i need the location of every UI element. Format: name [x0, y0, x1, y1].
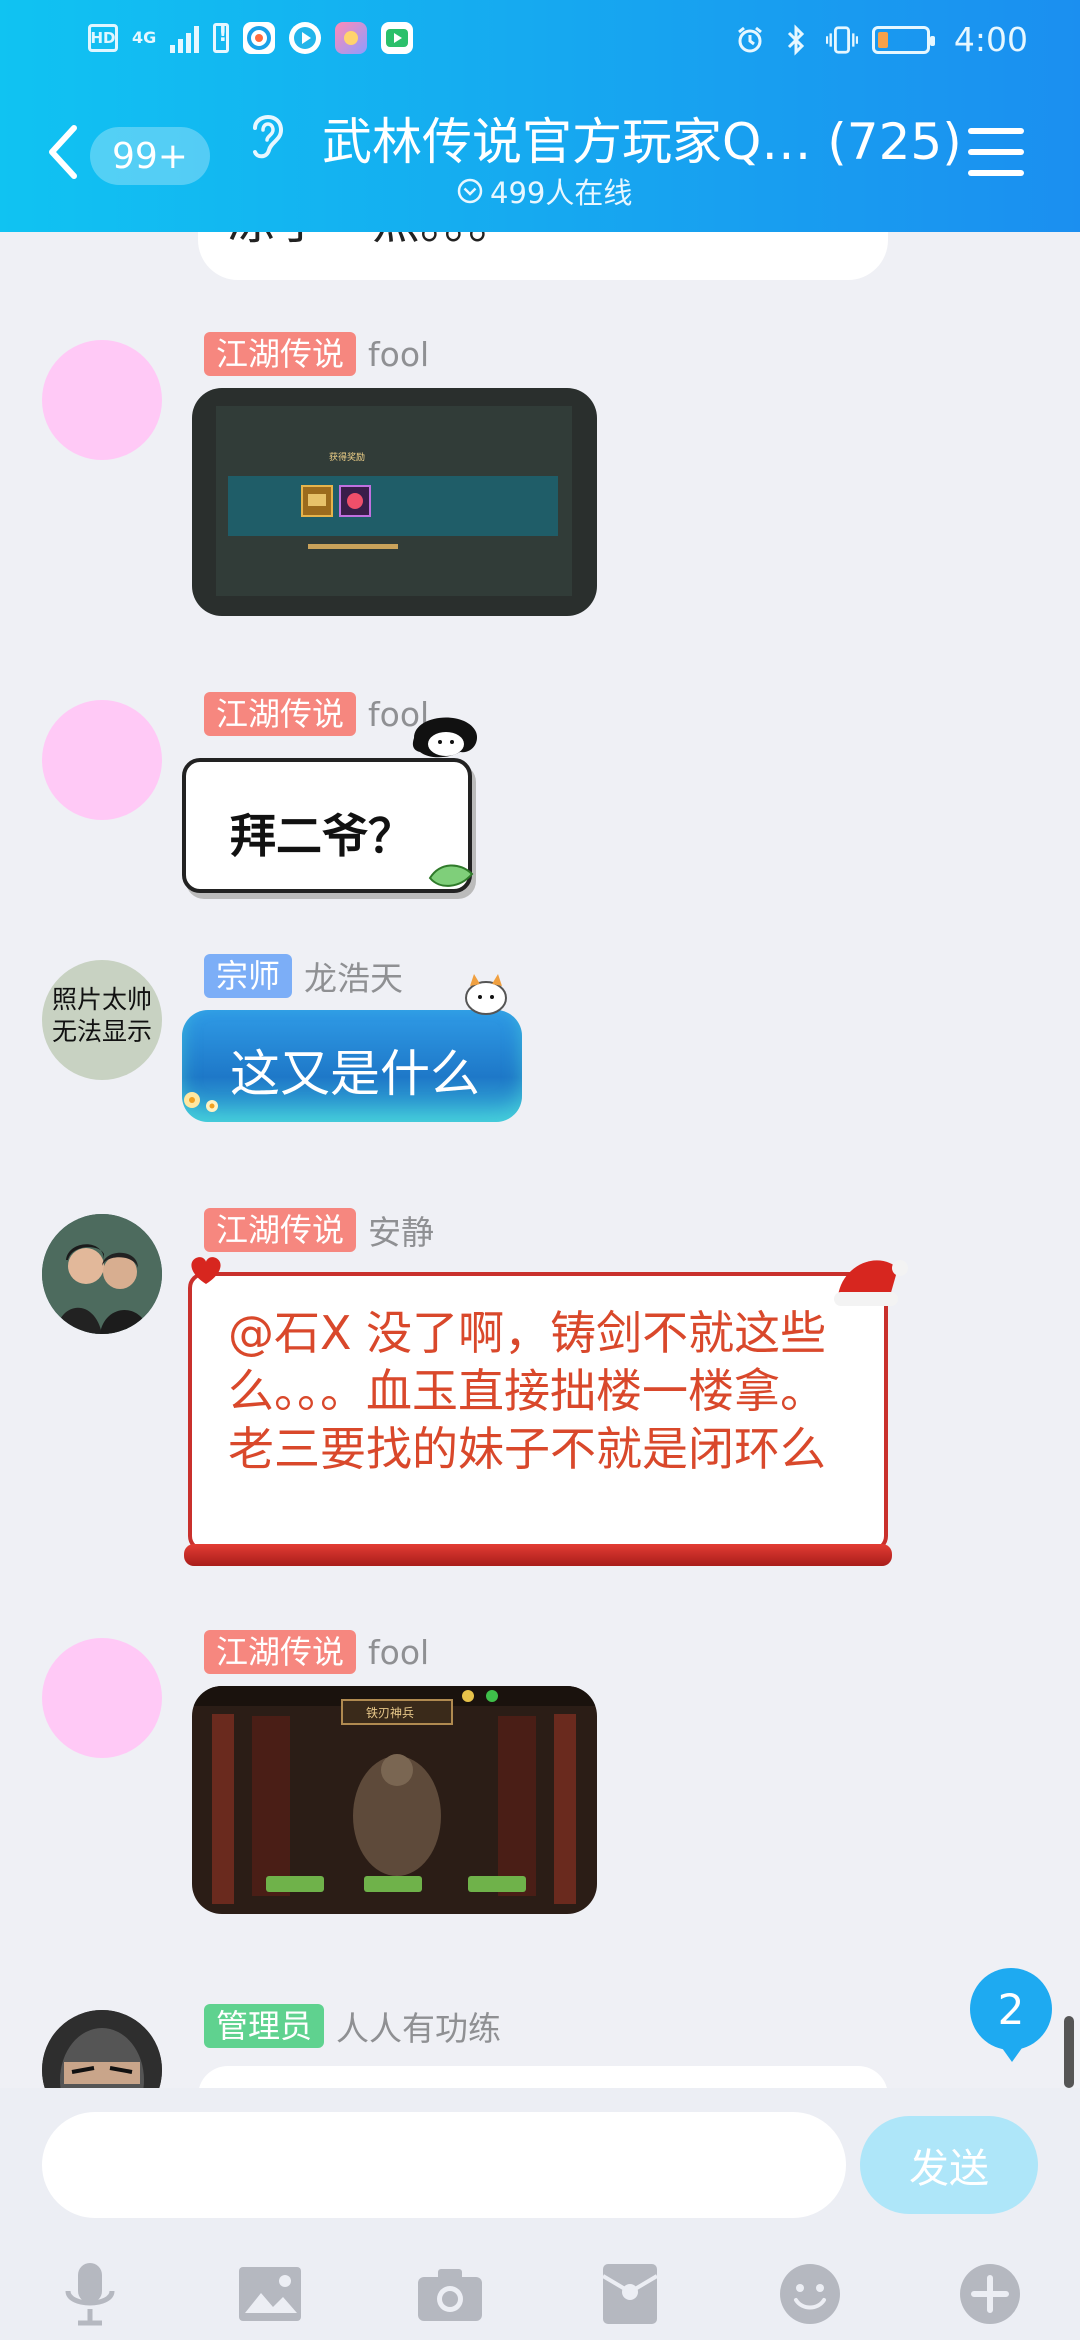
message-text: 这又是什么	[230, 1045, 480, 1103]
game-shrine-image: 铁刃神兵	[192, 1686, 597, 1914]
unread-count-badge[interactable]: 99+	[90, 127, 210, 185]
couple-photo-image	[42, 1214, 162, 1334]
image-caption: 铁刃神兵	[366, 1706, 414, 1720]
battery-icon	[871, 25, 935, 54]
ear-icon[interactable]	[247, 108, 287, 162]
plus-icon[interactable]	[954, 2258, 1026, 2330]
chat-messages[interactable]: 凉了一点。。。 江湖传说 fool 获得奖励 江湖传说	[0, 232, 1080, 2088]
member-badge: 江湖传说	[204, 332, 357, 376]
message-bubble[interactable]: 凉了一点。。。	[198, 232, 888, 280]
member-badge: 管理员	[204, 2004, 325, 2048]
message-bubble[interactable]: 这又是什么	[182, 974, 522, 1122]
chevron-left-icon	[49, 125, 77, 179]
game-screenshot-image: 获得奖励	[192, 388, 597, 616]
gallery-notification-icon	[335, 22, 368, 54]
avatar[interactable]	[42, 700, 162, 820]
scrollbar[interactable]	[1064, 2016, 1074, 2088]
microphone-icon[interactable]	[54, 2258, 126, 2330]
sticker-message[interactable]: 拜二爷？	[182, 717, 478, 893]
avatar[interactable]	[42, 1214, 162, 1334]
image-caption: 获得奖励	[329, 451, 365, 463]
image-message[interactable]: 获得奖励	[192, 388, 597, 616]
composer-toolbar	[0, 2248, 1080, 2328]
sender-name[interactable]: 人人有功练	[336, 2002, 501, 2050]
sender-name[interactable]: fool	[368, 335, 429, 374]
network-type: 4G	[132, 28, 157, 47]
message-bubble[interactable]: @石X 没了啊，铸剑不就这些么。。。血玉直接拙楼一楼拿。老三要找的妹子不就是闭环…	[184, 1257, 908, 1566]
chevron-down-circle-icon	[457, 178, 483, 204]
avatar[interactable]	[42, 1638, 162, 1758]
sender-name[interactable]: 安静	[368, 1206, 434, 1254]
message-text: 凉了一点。。。	[228, 232, 516, 252]
play-notification-icon	[289, 22, 322, 54]
menu-button[interactable]	[968, 128, 1024, 176]
image-message[interactable]: 铁刃神兵	[192, 1686, 597, 1914]
heart-icon	[191, 1257, 221, 1284]
vibrate-icon	[825, 24, 858, 56]
hd-indicator: HD	[88, 24, 118, 52]
alert-icon	[213, 22, 230, 53]
back-button[interactable]	[46, 122, 86, 182]
app-notification-icon	[243, 22, 276, 54]
girl-sticker-icon	[412, 717, 478, 758]
camera-icon[interactable]	[414, 2258, 486, 2330]
chat-header: HD 4G ! 4:00 99+ 武林传说官方玩家Q… (725) 499人在线	[0, 0, 1080, 232]
alarm-icon	[734, 24, 766, 56]
flower-icon	[184, 1092, 218, 1112]
red-packet-icon[interactable]	[594, 2258, 666, 2330]
image-icon[interactable]	[234, 2258, 306, 2330]
online-status[interactable]: 499人在线	[456, 170, 632, 212]
online-count: 499人在线	[490, 176, 633, 210]
new-message-badge[interactable]: 2	[970, 1968, 1052, 2062]
send-button[interactable]: 发送	[860, 2116, 1038, 2214]
avatar[interactable]	[42, 340, 162, 460]
santa-hat-icon	[834, 1260, 908, 1306]
sender-name[interactable]: 龙浩天	[304, 952, 403, 1000]
message-text: @石X 没了啊，铸剑不就这些么。。。血玉直接拙楼一楼拿。老三要找的妹子不就是闭环…	[228, 1306, 827, 1476]
group-title[interactable]: 武林传说官方玩家Q… (725)	[322, 102, 962, 174]
emoji-icon[interactable]	[774, 2258, 846, 2330]
menu-icon	[968, 128, 1024, 134]
cat-sticker-icon	[465, 974, 507, 1015]
sender-name[interactable]: fool	[368, 1633, 429, 1672]
signal-icon	[170, 23, 200, 53]
member-badge: 江湖传说	[204, 1630, 357, 1674]
clock: 4:00	[953, 20, 1028, 59]
member-badge: 宗师	[204, 954, 293, 998]
member-badge: 江湖传说	[204, 1208, 357, 1252]
bluetooth-icon	[780, 23, 812, 56]
avatar-text: 照片太帅 无法显示	[51, 985, 152, 1046]
composer: 发送	[0, 2088, 1080, 2340]
avatar[interactable]	[42, 2010, 162, 2088]
video-notification-icon	[381, 22, 414, 54]
leaf-icon	[428, 864, 474, 887]
ninja-avatar-image	[42, 2010, 162, 2088]
message-input[interactable]	[42, 2112, 846, 2218]
sticker-text: 拜二爷？	[230, 809, 414, 863]
member-badge: 江湖传说	[204, 692, 357, 736]
avatar[interactable]: 照片太帅 无法显示	[42, 960, 162, 1080]
status-bar: HD 4G ! 4:00	[0, 0, 1080, 80]
